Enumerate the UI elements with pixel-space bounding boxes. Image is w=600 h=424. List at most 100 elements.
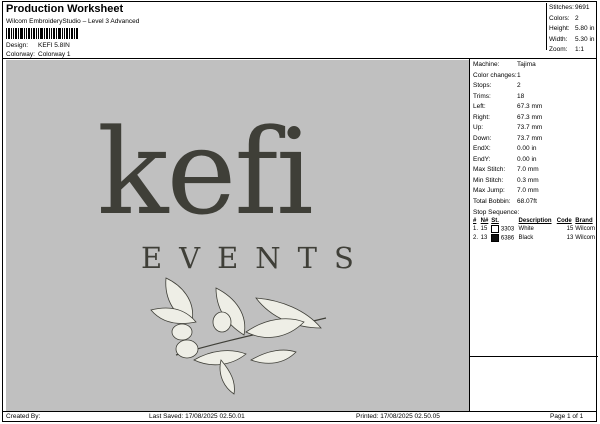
stat-row-stitches: Stitches: 9691 [547, 3, 599, 14]
thread-brand: Wilcom [575, 234, 595, 241]
machine-row: Trims: 18 [471, 92, 598, 103]
stat-value: 5.80 in [575, 25, 595, 32]
stop-sequence-table: # N# St. Description Code Brand 1. 15 33… [472, 218, 598, 242]
design-preview: kefi EVENTS [6, 60, 470, 411]
machine-row: Min Stitch: 0.3 mm [471, 176, 598, 187]
stat-value: 0.00 in [517, 155, 537, 163]
stat-value: 2 [575, 14, 579, 22]
stat-label: Stops: [473, 82, 492, 89]
stop-sequence-heading: Stop Sequence: [473, 209, 520, 216]
stitch-cell: 3303 [490, 224, 517, 233]
colorway-label: Colorway: [6, 51, 35, 58]
machine-row: Left: 67.3 mm [471, 102, 598, 113]
stat-value: 9691 [575, 4, 590, 11]
barcode-icon [6, 28, 78, 39]
worksheet-title: Production Worksheet [6, 3, 124, 15]
stitch-count: 3303 [500, 226, 515, 233]
thread-brand: Wilcom [575, 225, 595, 232]
machine-row: Machine: Tajima [471, 60, 598, 71]
stat-label: EndY: [473, 155, 491, 163]
stops-divider [470, 356, 598, 357]
logo-tagline: EVENTS [141, 241, 371, 275]
software-subtitle: Wilcom EmbroideryStudio – Level 3 Advanc… [6, 18, 140, 25]
table-row: 2. 13 6386 Black 13 Wilcom [472, 233, 598, 242]
footer-divider [3, 411, 596, 412]
created-by: Created By: [6, 413, 41, 420]
stat-label: Zoom: [549, 46, 568, 53]
stat-row-height: Height: 5.80 in [547, 24, 599, 35]
stat-label: Max Stitch: [473, 166, 506, 173]
column-header: Code [556, 218, 572, 224]
stat-value: 1:1 [575, 46, 585, 53]
table-row: 1. 15 3303 White 15 Wilcom [472, 224, 598, 233]
stat-row-width: Width: 5.30 in [547, 35, 599, 46]
logo-wordmark: kefi [97, 103, 312, 241]
stat-label: Machine: [473, 61, 500, 68]
design-name-row: Design: KEFI 5.8IN [6, 42, 70, 49]
stitch-count: 6386 [500, 235, 515, 242]
header-divider [3, 58, 596, 59]
stat-label: Trims: [473, 92, 491, 100]
machine-row: Total Bobbin: 68.07ft [471, 197, 598, 208]
preview-divider [469, 58, 470, 411]
design-value: KEFI 5.8IN [38, 42, 70, 49]
needle-num: 15 [480, 225, 488, 232]
stat-value: 1 [517, 71, 521, 79]
colorway-row: Colorway: Colorway 1 [6, 51, 71, 58]
stat-value: 0.00 in [517, 145, 537, 152]
stop-num: 1. [473, 225, 479, 232]
stat-label: Height: [549, 25, 570, 32]
needle-num: 13 [480, 234, 488, 241]
printed-date: Printed: 17/08/2025 02.50.05 [356, 413, 440, 420]
stat-label: Right: [473, 113, 490, 121]
stat-label: Width: [549, 35, 568, 43]
column-header: Description [518, 218, 552, 224]
stat-row-colors: Colors: 2 [547, 14, 599, 25]
stat-value: 7.0 mm [517, 187, 539, 194]
table-header-row: # N# St. Description Code Brand [472, 218, 598, 224]
design-artwork: kefi EVENTS [97, 103, 371, 395]
stat-value: 2 [517, 82, 521, 89]
last-saved: Last Saved: 17/08/2025 02.50.01 [149, 413, 245, 420]
color-swatch-icon [491, 233, 500, 242]
stat-value: 0.3 mm [517, 176, 539, 184]
stat-label: Total Bobbin: [473, 197, 511, 205]
machine-row: Max Jump: 7.0 mm [471, 186, 598, 197]
machine-stats-panel: Machine: Tajima Color changes: 1 Stops: 2 T… [470, 60, 598, 357]
machine-row: Color changes: 1 [471, 71, 598, 82]
color-swatch-icon [491, 224, 500, 233]
stat-label: Up: [473, 124, 484, 131]
machine-row: Right: 67.3 mm [471, 113, 598, 124]
stat-value: 5.30 in [575, 35, 595, 43]
machine-row: Max Stitch: 7.0 mm [471, 165, 598, 176]
thread-desc: White [518, 225, 534, 232]
stat-label: Min Stitch: [473, 176, 504, 184]
colorway-value: Colorway 1 [38, 51, 71, 58]
stat-label: Max Jump: [473, 187, 505, 194]
stat-value: 7.0 mm [517, 166, 539, 173]
stat-label: EndX: [473, 145, 491, 152]
machine-row: EndY: 0.00 in [471, 155, 598, 166]
stop-num: 2. [473, 234, 479, 241]
machine-row: Stops: 2 [471, 81, 598, 92]
stat-label: Down: [473, 134, 492, 142]
design-label: Design: [6, 42, 29, 49]
stat-value: 67.3 mm [517, 103, 543, 110]
stitch-cell: 6386 [490, 233, 517, 242]
stat-value: 67.3 mm [517, 113, 543, 121]
stat-value: 73.7 mm [517, 134, 543, 142]
stat-label: Colors: [549, 14, 570, 22]
olive-branch-icon [150, 277, 327, 395]
stat-value: 73.7 mm [517, 124, 543, 131]
worksheet-sheet: Production Worksheet Wilcom EmbroiderySt… [2, 1, 599, 422]
thread-code: 15 [566, 225, 574, 232]
page-number: Page 1 of 1 [550, 413, 584, 420]
thread-code: 13 [566, 234, 574, 241]
stat-label: Color changes: [473, 71, 517, 79]
thread-desc: Black [518, 234, 534, 241]
stat-row-zoom: Zoom: 1:1 [547, 45, 599, 56]
summary-stats: Stitches: 9691 Colors: 2 Height: 5.80 in Wi… [546, 3, 599, 53]
stat-value: 18 [517, 92, 525, 100]
stat-label: Left: [473, 103, 486, 110]
machine-row: Down: 73.7 mm [471, 134, 598, 145]
